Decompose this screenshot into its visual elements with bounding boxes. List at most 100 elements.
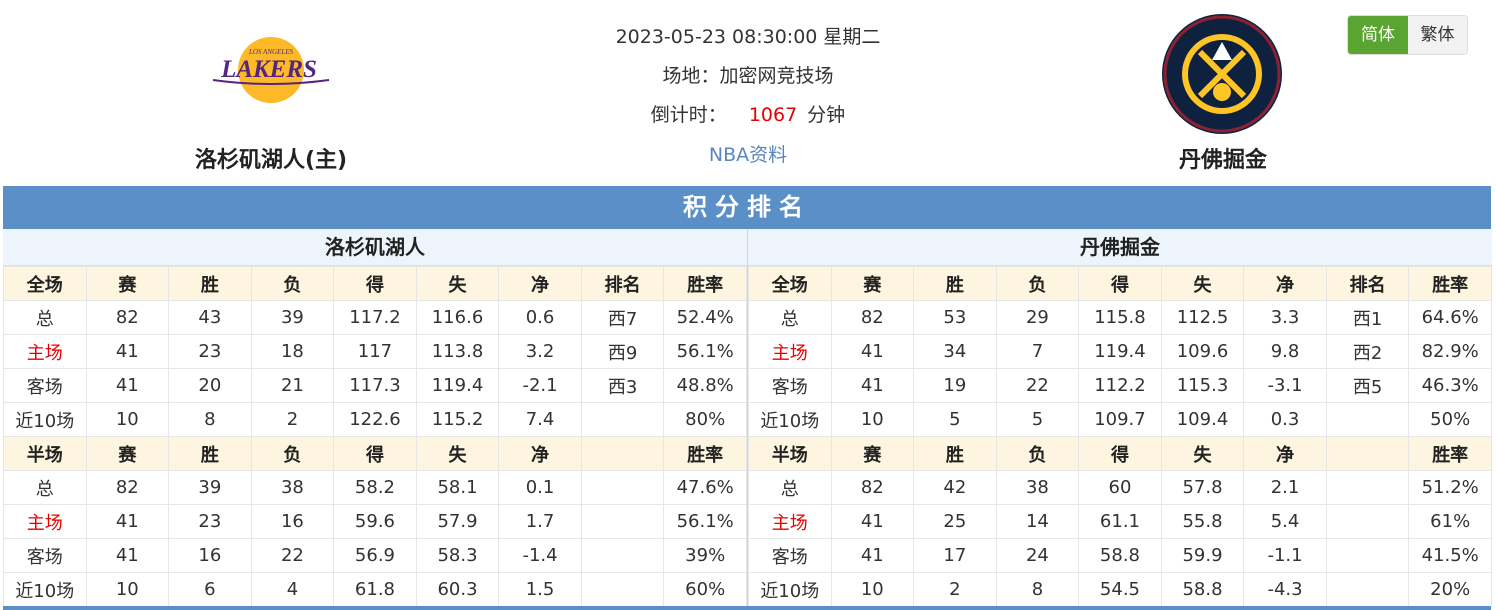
header-cell: 得 — [1078, 266, 1162, 301]
away-standings-team-name: 丹佛掘金 — [748, 229, 1492, 266]
stat-cell: 52.4% — [663, 300, 747, 335]
countdown-value: 1067 — [748, 104, 798, 126]
stat-cell: 7 — [995, 334, 1080, 369]
stat-cell: -3.1 — [1243, 368, 1327, 403]
stat-cell: 22 — [995, 368, 1080, 403]
row-label-cell: 总 — [748, 470, 832, 505]
stat-cell: 19 — [913, 368, 997, 403]
stat-cell: 112.2 — [1078, 368, 1162, 403]
header-cell: 得 — [1078, 436, 1162, 471]
header-cell: 得 — [333, 266, 417, 301]
stat-cell: -1.4 — [498, 538, 582, 573]
stat-cell: 57.8 — [1160, 470, 1245, 505]
stat-cell: 4 — [250, 572, 335, 607]
stat-cell: 115.8 — [1078, 300, 1162, 335]
row-label-cell: 近10场 — [748, 402, 832, 437]
stat-cell — [580, 538, 665, 573]
stat-cell: 西2 — [1325, 334, 1410, 369]
header-cell: 赛 — [830, 266, 915, 301]
header-cell — [580, 436, 665, 471]
stat-cell: 117 — [333, 334, 417, 369]
stat-cell: 109.4 — [1160, 402, 1245, 437]
stat-cell: 55.8 — [1160, 504, 1245, 539]
row-label-cell: 主场 — [3, 504, 87, 539]
stat-cell: 25 — [913, 504, 997, 539]
stat-cell: 3.3 — [1243, 300, 1327, 335]
table-header-row: 半场赛胜负得失净 胜率 — [748, 436, 1492, 471]
stat-cell: 58.1 — [415, 470, 500, 505]
stat-cell: 16 — [168, 538, 252, 573]
stat-cell: 34 — [913, 334, 997, 369]
lang-simplified-button[interactable]: 简体 — [1348, 16, 1408, 54]
stat-cell: 41 — [85, 538, 170, 573]
header-cell: 净 — [498, 436, 582, 471]
table-row: 主场 41 23 18 117 113.8 3.2 西9 56.1% — [3, 334, 747, 369]
stat-cell: 1.7 — [498, 504, 582, 539]
stat-cell: -2.1 — [498, 368, 582, 403]
stat-cell: 59.6 — [333, 504, 417, 539]
header-cell: 胜率 — [1408, 436, 1492, 471]
stat-cell: 2 — [250, 402, 335, 437]
stat-cell: 54.5 — [1078, 572, 1162, 607]
match-header: LOS ANGELES LAKERS 洛杉矶湖人(主) 2023-05-23 0… — [0, 0, 1496, 186]
stat-cell — [1325, 402, 1410, 437]
stat-cell: 47.6% — [663, 470, 747, 505]
stat-cell: 41 — [830, 368, 915, 403]
match-venue: 场地：加密网竞技场 — [662, 65, 834, 87]
row-label-cell: 客场 — [748, 538, 832, 573]
table-row: 总 82 53 29 115.8 112.5 3.3 西1 64.6% — [748, 300, 1492, 335]
row-label-cell: 主场 — [748, 504, 832, 539]
table-row: 总 82 39 38 58.2 58.1 0.1 47.6% — [3, 470, 747, 505]
stat-cell: 46.3% — [1408, 368, 1492, 403]
stat-cell: 17 — [913, 538, 997, 573]
countdown-unit: 分钟 — [807, 104, 846, 126]
table-row: 客场 41 19 22 112.2 115.3 -3.1 西5 46.3% — [748, 368, 1492, 403]
stat-cell: 39 — [168, 470, 252, 505]
header-cell: 排名 — [1325, 266, 1410, 301]
stat-cell: 51.2% — [1408, 470, 1492, 505]
table-row: 近10场 10 5 5 109.7 109.4 0.3 50% — [748, 402, 1492, 437]
nba-info-link[interactable]: NBA资料 — [548, 140, 948, 167]
stat-cell: 56.1% — [663, 334, 747, 369]
stat-cell: 82 — [85, 300, 170, 335]
stat-cell: 60% — [663, 572, 747, 607]
stat-cell: 10 — [830, 572, 915, 607]
stat-cell: 82.9% — [1408, 334, 1492, 369]
home-team-name: 洛杉矶湖人(主) — [194, 148, 348, 173]
stat-cell: 0.1 — [498, 470, 582, 505]
stat-cell: 5 — [995, 402, 1080, 437]
stat-cell: 80% — [663, 402, 747, 437]
row-label-cell: 客场 — [3, 368, 87, 403]
stat-cell: 109.7 — [1078, 402, 1162, 437]
lang-traditional-button[interactable]: 繁体 — [1408, 16, 1467, 54]
stat-cell: 38 — [995, 470, 1080, 505]
header-cell: 胜 — [913, 436, 997, 471]
stat-cell: 0.6 — [498, 300, 582, 335]
stat-cell: 59.9 — [1160, 538, 1245, 573]
stat-cell: 109.6 — [1160, 334, 1245, 369]
away-team-name: 丹佛掘金 — [1178, 148, 1267, 173]
stat-cell: 60 — [1078, 470, 1162, 505]
header-cell: 胜率 — [663, 436, 747, 471]
header-cell: 赛 — [85, 266, 170, 301]
header-cell: 失 — [1160, 436, 1245, 471]
stat-cell — [1325, 538, 1410, 573]
table-row: 总 82 43 39 117.2 116.6 0.6 西7 52.4% — [3, 300, 747, 335]
stat-cell: 119.4 — [1078, 334, 1162, 369]
stat-cell: 41 — [85, 504, 170, 539]
table-row: 近10场 10 2 8 54.5 58.8 -4.3 20% — [748, 572, 1492, 607]
stat-cell: 20 — [168, 368, 252, 403]
stat-cell: 23 — [168, 334, 252, 369]
match-datetime: 2023-05-23 08:30:00 星期二 — [615, 26, 881, 48]
stat-cell: 21 — [250, 368, 335, 403]
stat-cell: 1.5 — [498, 572, 582, 607]
stat-cell: 41 — [830, 334, 915, 369]
stat-cell: 41 — [830, 538, 915, 573]
stat-cell: 119.4 — [415, 368, 500, 403]
stat-cell: 113.8 — [415, 334, 500, 369]
stat-cell: 38 — [250, 470, 335, 505]
stat-cell: 西9 — [580, 334, 665, 369]
header-cell: 负 — [250, 266, 335, 301]
stat-cell: 24 — [995, 538, 1080, 573]
lakers-logo-icon: LOS ANGELES LAKERS — [212, 37, 330, 103]
